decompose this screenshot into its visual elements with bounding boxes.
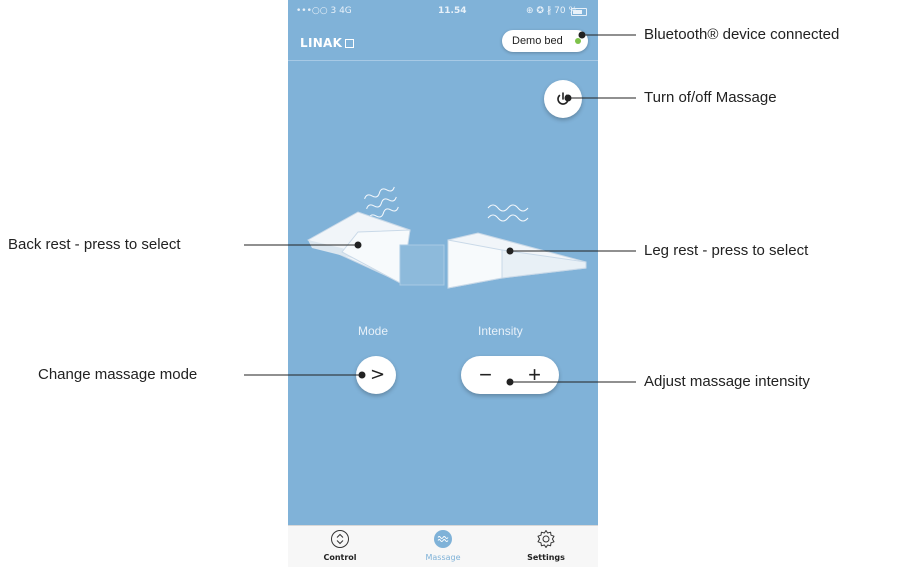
annotation-back-rest: Back rest - press to select xyxy=(8,236,181,253)
annotation-leaders xyxy=(244,31,636,386)
annotation-mode: Change massage mode xyxy=(38,366,198,383)
annotation-leg-rest: Leg rest - press to select xyxy=(644,242,809,259)
annotation-bluetooth: Bluetooth® device connected xyxy=(644,26,840,43)
annotation-power: Turn of/off Massage xyxy=(644,89,777,106)
annotation-intensity: Adjust massage intensity xyxy=(644,373,810,390)
